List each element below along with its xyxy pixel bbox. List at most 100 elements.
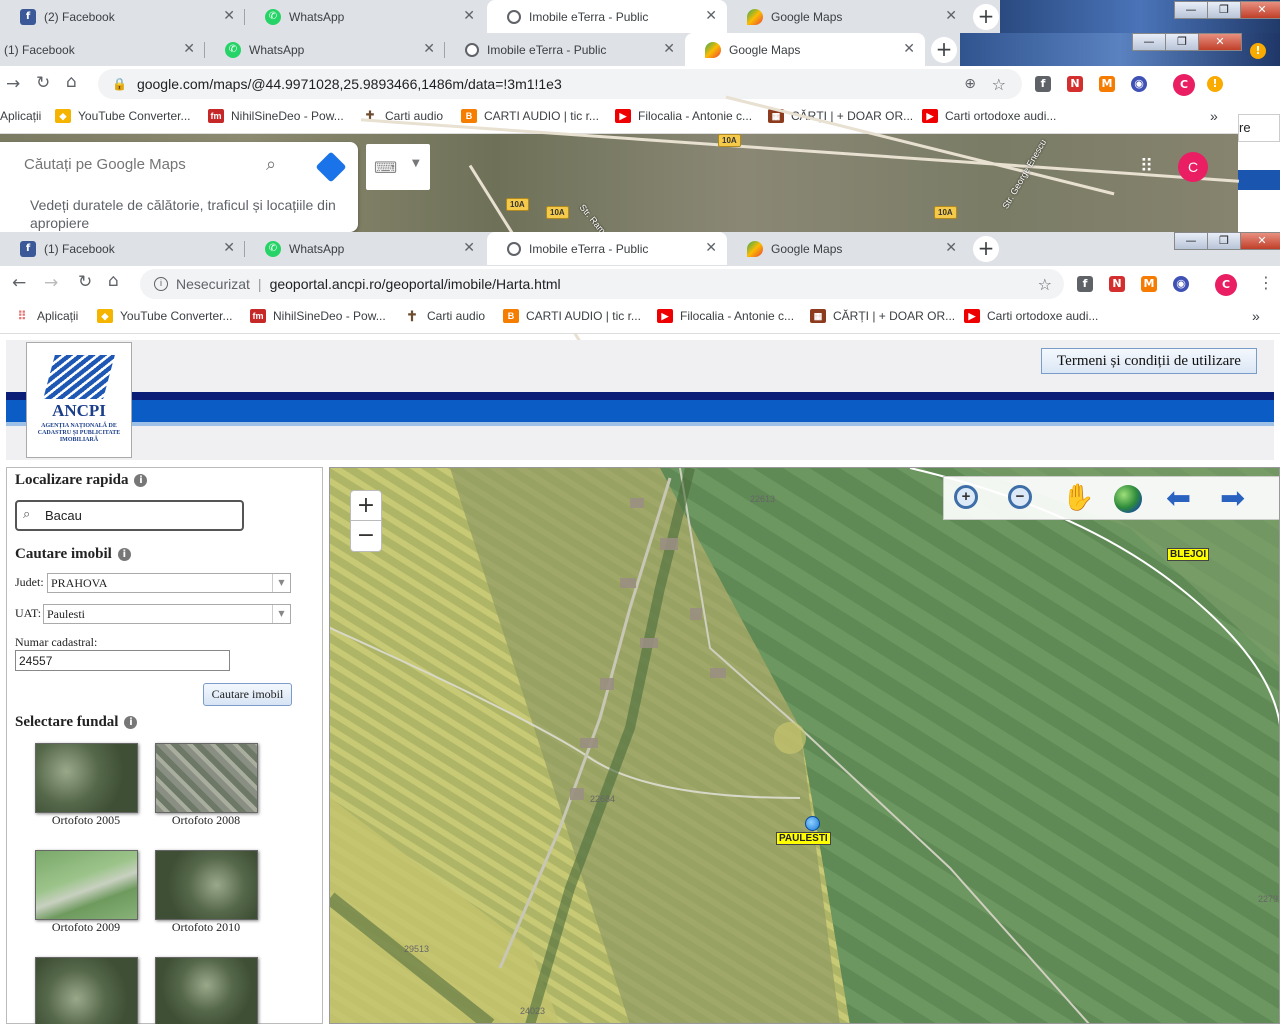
cadastral-map[interactable]: 22684 29513 24023 22793 22613 + − + − ✋ … bbox=[329, 467, 1280, 1024]
news-ext-icon[interactable]: N bbox=[1067, 76, 1083, 92]
close-icon[interactable]: ✕ bbox=[663, 41, 675, 57]
bookmark-carti-doar[interactable]: ▦ CĂRȚI | + DOAR OR... bbox=[810, 309, 955, 323]
zoom-in-icon[interactable]: + bbox=[954, 485, 978, 509]
bookmark-apps[interactable]: Aplicații bbox=[0, 109, 41, 123]
vpn-ext-icon[interactable]: ◉ bbox=[1131, 76, 1147, 92]
quick-locate-input[interactable]: Bacau bbox=[45, 508, 82, 523]
bookmark-nihilsinedeo[interactable]: fm NihilSineDeo - Pow... bbox=[208, 109, 344, 123]
mid-tab-facebook[interactable]: (1) Facebook ✕ bbox=[0, 33, 205, 66]
back-icon[interactable]: ← bbox=[12, 273, 26, 293]
keyboard-button[interactable]: ⌨ ▼ bbox=[366, 144, 430, 190]
back-tab-facebook[interactable]: f (2) Facebook ✕ bbox=[0, 0, 245, 33]
new-tab-button[interactable]: + bbox=[973, 4, 999, 30]
search-property-button[interactable]: Cautare imobil bbox=[203, 683, 292, 706]
zoom-in-button[interactable]: + bbox=[350, 490, 382, 521]
apps-grid-icon[interactable]: ⠿ bbox=[1140, 156, 1153, 177]
back-tab-eterra[interactable]: Imobile eTerra - Public ✕ bbox=[487, 0, 727, 33]
close-icon[interactable]: ✕ bbox=[223, 240, 235, 256]
close-icon[interactable]: ✕ bbox=[903, 41, 915, 57]
gmaps-hint[interactable]: Vedeți duratele de călătorie, traficul ș… bbox=[30, 196, 350, 232]
front-tab-eterra[interactable]: Imobile eTerra - Public ✕ bbox=[487, 232, 727, 265]
close-icon[interactable]: ✕ bbox=[463, 240, 475, 256]
close-icon[interactable]: ✕ bbox=[705, 240, 717, 256]
location-pin[interactable] bbox=[805, 816, 820, 831]
vpn-ext-icon[interactable]: ◉ bbox=[1173, 276, 1189, 292]
bookmark-carti-ortodoxe[interactable]: ▶ Carti ortodoxe audi... bbox=[964, 309, 1098, 323]
gmaps-search-input[interactable] bbox=[24, 156, 264, 173]
gmaps-avatar[interactable]: C bbox=[1178, 152, 1208, 182]
minimize-button[interactable]: — bbox=[1174, 1, 1208, 19]
maximize-button[interactable]: ❐ bbox=[1207, 232, 1241, 250]
forward-arrow-icon[interactable]: ➡ bbox=[1220, 481, 1245, 516]
ortofoto-2008-thumb[interactable] bbox=[155, 743, 258, 813]
pan-hand-icon[interactable]: ✋ bbox=[1062, 483, 1094, 513]
middle-address-bar[interactable]: 🔒 google.com/maps/@44.9971028,25.9893466… bbox=[98, 69, 1022, 99]
update-icon[interactable]: ! bbox=[1207, 76, 1223, 92]
zoom-out-icon[interactable]: − bbox=[1008, 485, 1032, 509]
ortofoto-thumb[interactable] bbox=[35, 957, 138, 1024]
close-icon[interactable]: ✕ bbox=[945, 8, 957, 24]
info-icon[interactable]: i bbox=[117, 548, 131, 561]
bookmark-youtube-converter[interactable]: ◆ YouTube Converter... bbox=[55, 109, 191, 123]
minimize-button[interactable]: — bbox=[1132, 33, 1166, 51]
close-icon[interactable]: ✕ bbox=[463, 8, 475, 24]
new-tab-button[interactable]: + bbox=[931, 37, 957, 63]
mid-tab-eterra[interactable]: Imobile eTerra - Public ✕ bbox=[445, 33, 685, 66]
google-maps-satellite[interactable]: 10A 10A 10A 10A Str. George Enescu Str. … bbox=[0, 95, 1240, 421]
more-bookmarks-icon[interactable]: » bbox=[1210, 108, 1218, 124]
star-icon[interactable]: ☆ bbox=[992, 75, 1006, 94]
back-arrow-icon[interactable]: ⬅ bbox=[1166, 481, 1191, 516]
close-window-button[interactable]: ✕ bbox=[1240, 1, 1280, 19]
star-icon[interactable]: ☆ bbox=[1038, 275, 1052, 294]
info-icon[interactable]: i bbox=[124, 716, 138, 729]
close-window-button[interactable]: ✕ bbox=[1240, 232, 1280, 250]
close-icon[interactable]: ✕ bbox=[945, 240, 957, 256]
back-tab-google-maps[interactable]: Google Maps ✕ bbox=[727, 0, 967, 33]
back-tab-whatsapp[interactable]: ✆ WhatsApp ✕ bbox=[245, 0, 485, 33]
bookmark-carti-audio[interactable]: ✝ Carti audio bbox=[404, 309, 485, 323]
bookmark-filocalia[interactable]: ▶ Filocalia - Antonie c... bbox=[657, 309, 794, 323]
close-icon[interactable]: ✕ bbox=[705, 8, 717, 24]
front-tab-google-maps[interactable]: Google Maps ✕ bbox=[727, 232, 967, 265]
maximize-button[interactable]: ❐ bbox=[1207, 1, 1241, 19]
forward-icon[interactable]: → bbox=[44, 273, 58, 293]
front-tab-whatsapp[interactable]: ✆ WhatsApp ✕ bbox=[245, 232, 485, 265]
uat-select[interactable]: Paulesti ▼ bbox=[43, 604, 291, 624]
forward-icon[interactable]: → bbox=[6, 74, 20, 94]
mid-tab-google-maps[interactable]: Google Maps ✕ bbox=[685, 33, 925, 66]
profile-avatar[interactable]: C bbox=[1215, 274, 1237, 296]
news-ext-icon[interactable]: N bbox=[1109, 276, 1125, 292]
minimize-button[interactable]: — bbox=[1174, 232, 1208, 250]
front-tab-facebook[interactable]: f (1) Facebook ✕ bbox=[0, 232, 245, 265]
ancpi-logo[interactable]: ANCPI AGENȚIA NAȚIONALĂ DE CADASTRU ȘI P… bbox=[26, 342, 132, 458]
maximize-button[interactable]: ❐ bbox=[1165, 33, 1199, 51]
info-icon[interactable]: i bbox=[154, 277, 168, 291]
facebook-ext-icon[interactable]: f bbox=[1035, 76, 1051, 92]
front-address-bar[interactable]: i Nesecurizat | geoportal.ancpi.ro/geopo… bbox=[140, 269, 1064, 299]
mail-ext-icon[interactable]: M bbox=[1141, 276, 1157, 292]
cadastral-input[interactable]: 24557 bbox=[15, 650, 230, 671]
bookmark-carti-audio-blog[interactable]: B CARTI AUDIO | tic r... bbox=[503, 309, 641, 323]
directions-icon[interactable] bbox=[315, 151, 347, 183]
profile-avatar[interactable]: C bbox=[1173, 74, 1195, 96]
mid-tab-whatsapp[interactable]: ✆ WhatsApp ✕ bbox=[205, 33, 445, 66]
facebook-ext-icon[interactable]: f bbox=[1077, 276, 1093, 292]
new-tab-button[interactable]: + bbox=[973, 236, 999, 262]
close-window-button[interactable]: ✕ bbox=[1198, 33, 1242, 51]
bookmark-carti-ortodoxe[interactable]: ▶ Carti ortodoxe audi... bbox=[922, 109, 1056, 123]
ortofoto-thumb[interactable] bbox=[155, 957, 258, 1024]
info-icon[interactable]: i bbox=[134, 474, 148, 487]
bookmark-youtube-converter[interactable]: ◆ YouTube Converter... bbox=[97, 309, 233, 323]
ortofoto-2009-thumb[interactable] bbox=[35, 850, 138, 920]
bookmark-carti-audio-blog[interactable]: B CARTI AUDIO | tic r... bbox=[461, 109, 599, 123]
globe-icon[interactable] bbox=[1114, 485, 1142, 513]
search-icon[interactable]: ⌕ bbox=[266, 154, 276, 175]
ortofoto-2005-thumb[interactable] bbox=[35, 743, 138, 813]
bookmark-filocalia[interactable]: ▶ Filocalia - Antonie c... bbox=[615, 109, 752, 123]
zoom-out-button[interactable]: − bbox=[350, 521, 382, 552]
close-icon[interactable]: ✕ bbox=[423, 41, 435, 57]
judet-select[interactable]: PRAHOVA ▼ bbox=[47, 573, 291, 593]
reload-icon[interactable]: ↻ bbox=[78, 272, 92, 292]
home-icon[interactable]: ⌂ bbox=[66, 72, 77, 92]
quick-locate-box[interactable]: ⌕ Bacau bbox=[15, 500, 244, 531]
